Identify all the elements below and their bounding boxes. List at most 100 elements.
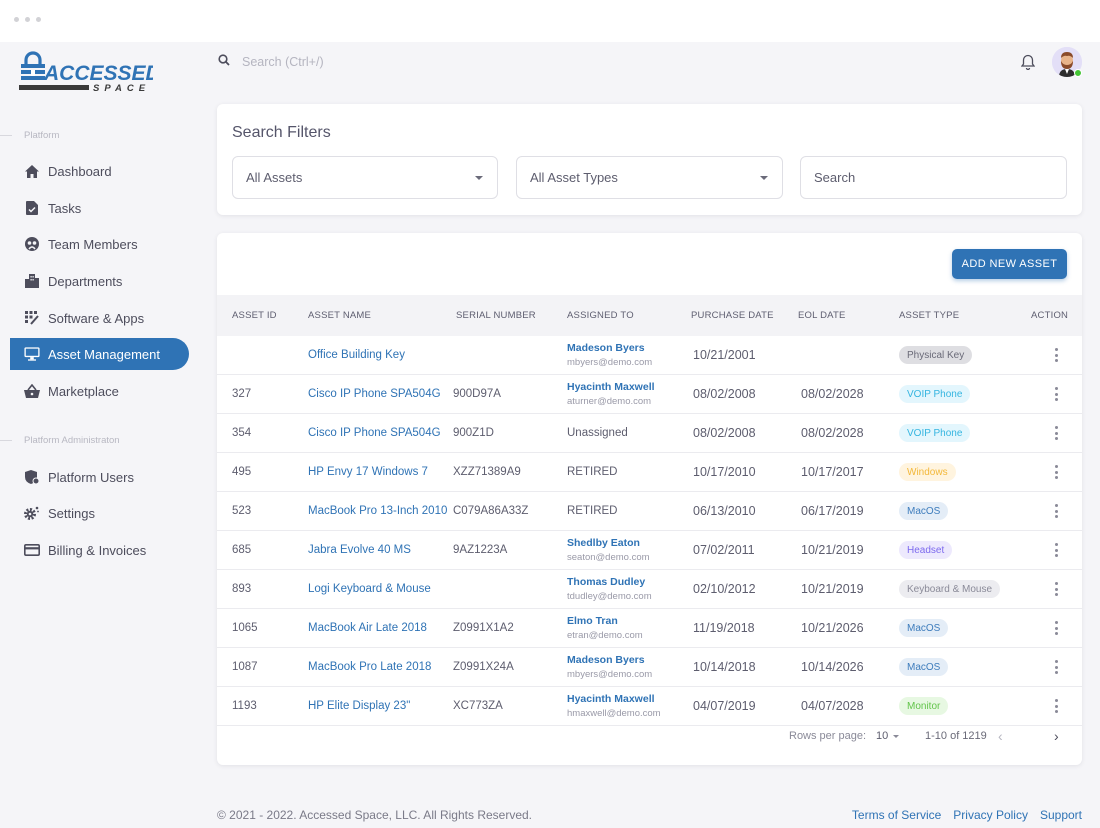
more-vertical-icon[interactable] [1053,543,1059,557]
more-vertical-icon[interactable] [1053,465,1059,479]
purchase-date: 08/02/2008 [693,387,756,401]
terms-of-service-link[interactable]: Terms of Service [852,808,941,822]
sidebar-item-marketplace[interactable]: Marketplace [10,375,189,407]
window-titlebar [0,0,1100,42]
window-controls[interactable] [14,17,41,22]
window-maximize-dot[interactable] [36,17,41,22]
sidebar-item-tasks[interactable]: Tasks [10,192,189,224]
assignee-name-link[interactable]: Thomas Dudley [567,576,645,588]
sidebar-item-departments[interactable]: Departments [10,265,189,297]
asset-name-link[interactable]: HP Envy 17 Windows 7 [308,466,428,478]
table-row[interactable]: 685 Jabra Evolve 40 MS 9AZ1223A Shedlby Eat… [217,531,1082,570]
task-file-icon [24,200,40,216]
sidebar-item-billing-invoices[interactable]: Billing & Invoices [10,534,189,566]
asset-type-chip: Windows [899,463,956,481]
more-vertical-icon[interactable] [1053,621,1059,635]
serial-number: 900D97A [453,388,501,400]
assignee-name-link[interactable]: Hyacinth Maxwell [567,381,655,393]
asset-name-link[interactable]: Logi Keyboard & Mouse [308,583,431,595]
asset-id: 354 [232,427,252,439]
assignee-email: seaton@demo.com [567,552,650,563]
window-minimize-dot[interactable] [25,17,30,22]
global-search-input[interactable]: Search (Ctrl+/) [242,55,324,69]
more-vertical-icon[interactable] [1053,699,1059,713]
previous-page-button[interactable]: ‹ [998,728,1003,744]
table-row[interactable]: 354 Cisco IP Phone SPA504G 900Z1D Unassigne… [217,414,1082,453]
sidebar-item-platform-users[interactable]: Platform Users [10,461,189,493]
more-vertical-icon[interactable] [1053,426,1059,440]
filter-search-input[interactable]: Search [800,156,1067,199]
sidebar-item-software-apps[interactable]: Software & Apps [10,302,189,334]
rows-per-page-value: 10 [876,730,889,742]
rows-per-page-select[interactable]: 10 [876,730,900,742]
table-row[interactable]: 893 Logi Keyboard & Mouse Thomas Dudley tdu… [217,570,1082,609]
asset-name-link[interactable]: HP Elite Display 23" [308,700,410,712]
asset-name-link[interactable]: MacBook Pro Late 2018 [308,661,431,673]
brand-subname: SPACE [93,83,150,94]
table-row[interactable]: 327 Cisco IP Phone SPA504G 900D97A Hyacinth… [217,375,1082,414]
assignee-name-link[interactable]: Hyacinth Maxwell [567,693,655,705]
table-row[interactable]: 495 HP Envy 17 Windows 7 XZZ71389A9 RETIRED… [217,453,1082,492]
assignee-name-link[interactable]: Shedlby Eaton [567,537,640,549]
assignee-name-link[interactable]: Madeson Byers [567,654,645,666]
more-vertical-icon[interactable] [1053,504,1059,518]
column-header-asset-id[interactable]: ASSET ID [232,310,277,321]
next-page-button[interactable]: › [1054,728,1059,744]
column-header-assigned-to[interactable]: ASSIGNED TO [567,310,634,321]
table-row[interactable]: 1087 MacBook Pro Late 2018 Z0991X24A Madeso… [217,648,1082,687]
asset-type-filter-select[interactable]: All Asset Types [516,156,783,199]
asset-name-link[interactable]: MacBook Pro 13-Inch 2010 [308,505,447,517]
serial-number: 900Z1D [453,427,494,439]
eol-date: 10/21/2019 [801,582,864,596]
rows-per-page-label: Rows per page: [789,730,867,742]
credit-card-icon [24,542,40,558]
global-search[interactable]: Search (Ctrl+/) [218,54,324,69]
column-header-asset-name[interactable]: ASSET NAME [308,310,371,321]
assignee-name-link[interactable]: Madeson Byers [567,342,645,354]
column-header-asset-type[interactable]: ASSET TYPE [899,310,959,321]
bell-icon[interactable] [1020,54,1037,72]
brand-logo[interactable]: ACCESSED SPACE [18,50,161,98]
lock-logo-icon: ACCESSED SPACE [19,51,161,94]
asset-type-chip: MacOS [899,619,949,637]
window-close-dot[interactable] [14,17,19,22]
sidebar-item-dashboard[interactable]: Dashboard [10,155,189,187]
assignee-email: mbyers@demo.com [567,357,653,368]
asset-name-link[interactable]: Cisco IP Phone SPA504G [308,388,441,400]
assignee-name-link[interactable]: Elmo Tran [567,615,618,627]
table-row[interactable]: 1193 HP Elite Display 23" XC773ZA Hyacinth … [217,687,1082,726]
asset-name-link[interactable]: MacBook Air Late 2018 [308,622,427,634]
table-row[interactable]: 1065 MacBook Air Late 2018 Z0991X1A2 Elmo T… [217,609,1082,648]
chevron-down-icon [760,176,768,180]
more-vertical-icon[interactable] [1053,387,1059,401]
eol-date: 10/17/2017 [801,465,864,479]
table-header: ASSET ID ASSET NAME SERIAL NUMBER ASSIGN… [217,295,1082,336]
asset-name-link[interactable]: Cisco IP Phone SPA504G [308,427,441,439]
table-row[interactable]: 523 MacBook Pro 13-Inch 2010 C079A86A33Z RE… [217,492,1082,531]
asset-name-link[interactable]: Office Building Key [308,349,405,361]
asset-filter-select[interactable]: All Assets [232,156,498,199]
more-vertical-icon[interactable] [1053,660,1059,674]
sidebar-item-settings[interactable]: Settings [10,497,189,529]
add-new-asset-button[interactable]: ADD NEW ASSET [952,249,1067,279]
column-header-serial-number[interactable]: SERIAL NUMBER [456,310,536,321]
purchase-date: 02/10/2012 [693,582,756,596]
sidebar-item-team-members[interactable]: Team Members [10,228,189,260]
asset-name-link[interactable]: Jabra Evolve 40 MS [308,544,411,556]
asset-id: 1087 [232,661,258,673]
table-row[interactable]: Office Building Key Madeson Byers mbyers@d… [217,336,1082,375]
sidebar-item-asset-management[interactable]: Asset Management [10,338,189,370]
more-vertical-icon[interactable] [1053,582,1059,596]
sidebar-item-label: Marketplace [48,383,119,399]
assignee-email: mbyers@demo.com [567,669,653,680]
column-header-eol-date[interactable]: EOL DATE [798,310,846,321]
asset-type-chip: Monitor [899,697,949,715]
column-header-purchase-date[interactable]: PURCHASE DATE [691,310,774,321]
privacy-policy-link[interactable]: Privacy Policy [953,808,1028,822]
pagination-range: 1-10 of 1219 [925,730,987,742]
support-link[interactable]: Support [1040,808,1082,822]
purchase-date: 08/02/2008 [693,426,756,440]
more-vertical-icon[interactable] [1053,348,1059,362]
purchase-date: 04/07/2019 [693,699,756,713]
asset-type-chip: VOIP Phone [899,424,971,442]
